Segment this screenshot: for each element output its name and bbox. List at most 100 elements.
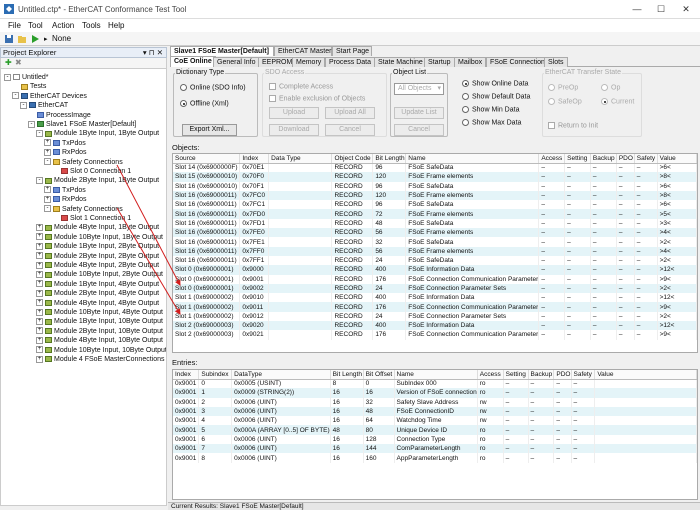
table-row[interactable]: 0x9001 7 0x0006 (UINT) 16 144 ComParameterLen… bbox=[173, 444, 697, 454]
table-row[interactable]: Slot 16 (0x69000011) 0x7FE0 RECORD 56 FSoE F… bbox=[173, 228, 697, 238]
collapse-icon[interactable]: - bbox=[44, 158, 51, 166]
show-min-radio[interactable]: Show Min Data bbox=[462, 106, 519, 113]
tab-eeprom[interactable]: EEPROM bbox=[258, 57, 297, 67]
table-row[interactable]: Slot 1 (0x69000002) 0x9010 RECORD 400 FSoE I… bbox=[173, 293, 697, 303]
expand-icon[interactable]: + bbox=[44, 139, 51, 147]
toolbar-selection[interactable]: None bbox=[52, 34, 71, 43]
safeop-radio[interactable]: SafeOp bbox=[548, 98, 582, 105]
tree-node[interactable]: - Safety Connections bbox=[44, 205, 123, 214]
upload-button[interactable]: Upload bbox=[269, 107, 319, 119]
table-row[interactable]: 0x9001 1 0x0009 (STRING(2)) 16 16 Version of … bbox=[173, 388, 697, 398]
column-header[interactable]: Setting bbox=[503, 370, 529, 380]
tree-node[interactable]: + Module 10Byte Input, 2Byte Output bbox=[36, 270, 163, 279]
table-row[interactable]: 0x9001 6 0x0006 (UINT) 16 128 Connection Type… bbox=[173, 434, 697, 445]
tree-node[interactable]: + Module 1Byte Input, 2Byte Output bbox=[36, 242, 159, 251]
tree-node[interactable]: + Module 4Byte Input, 10Byte Output bbox=[36, 336, 163, 345]
expand-icon[interactable]: + bbox=[36, 224, 43, 232]
collapse-icon[interactable]: - bbox=[20, 101, 27, 109]
table-row[interactable]: 0x9001 5 0x000A (ARRAY [0..5] OF BYTE) 48 80… bbox=[173, 425, 697, 435]
tree-node[interactable]: Slot 0 Connection 1 bbox=[52, 167, 131, 176]
table-row[interactable]: Slot 16 (0x69000010) 0x70F1 RECORD 96 FSoE S… bbox=[173, 181, 697, 191]
column-header[interactable]: Source bbox=[173, 154, 241, 164]
expand-icon[interactable]: + bbox=[36, 289, 43, 297]
sdo-cancel-button[interactable]: Cancel bbox=[325, 124, 375, 136]
collapse-icon[interactable]: - bbox=[12, 92, 19, 100]
column-header[interactable]: Backup bbox=[528, 370, 555, 380]
table-row[interactable]: Slot 1 (0x69000002) 0x9011 RECORD 176 FSoE C… bbox=[173, 302, 697, 312]
expand-icon[interactable]: + bbox=[36, 336, 43, 344]
expand-icon[interactable]: + bbox=[36, 233, 43, 241]
minimize-button[interactable]: — bbox=[626, 2, 648, 16]
tree-node[interactable]: + Module 10Byte Input, 4Byte Output bbox=[36, 308, 163, 317]
tab-general-info[interactable]: General Info bbox=[213, 57, 260, 67]
tree-node[interactable]: - Slave1 FSoE Master[Default] bbox=[28, 120, 136, 129]
column-header[interactable]: Backup bbox=[590, 154, 617, 164]
table-row[interactable]: Slot 15 (0x69000010) 0x70F0 RECORD 120 FSoE … bbox=[173, 172, 697, 182]
column-header[interactable]: Bit Offset bbox=[363, 370, 395, 380]
entries-grid[interactable]: Index Subindex DataType Bit Length Bit Offse… bbox=[172, 369, 698, 500]
table-row[interactable]: Slot 16 (0x69000011) 0x7FD1 RECORD 48 FSoE S… bbox=[173, 218, 697, 229]
offline-xml-radio[interactable]: Offline (Xml) bbox=[180, 100, 229, 107]
tree-node[interactable]: + Module 4 FSoE MasterConnections bbox=[36, 355, 165, 364]
tree-node[interactable]: + Module 10Byte Input, 10Byte Output bbox=[36, 346, 166, 355]
table-row[interactable]: 0x9001 3 0x0006 (UINT) 16 48 FSoE ConnectionI… bbox=[173, 406, 697, 417]
column-header[interactable]: Safety bbox=[571, 370, 596, 380]
expand-icon[interactable]: + bbox=[36, 346, 43, 354]
column-header[interactable]: Value bbox=[657, 154, 697, 164]
tree-node[interactable]: ProcessImage bbox=[28, 111, 91, 120]
complete-access-checkbox[interactable]: Complete Access bbox=[269, 83, 333, 90]
expand-icon[interactable]: + bbox=[36, 271, 43, 279]
column-header[interactable]: Access bbox=[477, 370, 504, 380]
table-row[interactable]: Slot 16 (0x69000011) 0x7FE1 RECORD 32 FSoE S… bbox=[173, 237, 697, 247]
table-row[interactable]: Slot 16 (0x69000011) 0x7FF1 RECORD 24 FSoE S… bbox=[173, 255, 697, 266]
tree-node[interactable]: + RxPdos bbox=[44, 148, 87, 157]
table-row[interactable]: Slot 16 (0x69000011) 0x7FC1 RECORD 96 FSoE S… bbox=[173, 200, 697, 210]
menu-tool[interactable]: Tool bbox=[28, 21, 43, 30]
expand-icon[interactable]: + bbox=[44, 195, 51, 203]
tab-state-machine[interactable]: State Machine bbox=[374, 57, 427, 67]
object-filter-select[interactable]: All Objects ▾ bbox=[394, 83, 444, 95]
expand-icon[interactable]: + bbox=[36, 318, 43, 326]
table-row[interactable]: 0x9001 4 0x0006 (UINT) 16 64 Watchdog Time rw –… bbox=[173, 416, 697, 426]
online-sdo-radio[interactable]: Online (SDO Info) bbox=[180, 84, 246, 91]
expand-icon[interactable]: + bbox=[36, 308, 43, 316]
table-row[interactable]: Slot 2 (0x69000003) 0x9021 RECORD 176 FSoE C… bbox=[173, 330, 697, 340]
op-radio[interactable]: Op bbox=[601, 84, 620, 91]
table-row[interactable]: Slot 0 (0x69000001) 0x9001 RECORD 176 FSoE C… bbox=[173, 274, 697, 284]
tree-node[interactable]: - Untitled* bbox=[4, 73, 48, 82]
column-header[interactable]: Access bbox=[538, 154, 566, 164]
tab-ethercat-master[interactable]: EtherCAT Master bbox=[274, 46, 332, 56]
menu-help[interactable]: Help bbox=[108, 21, 124, 30]
tab-slots[interactable]: Slots bbox=[544, 57, 568, 67]
objects-grid[interactable]: Source Index Data Type Object Code Bit Lengt… bbox=[172, 153, 698, 353]
table-row[interactable]: 0x9001 8 0x0006 (UINT) 16 160 AppParameterLen… bbox=[173, 453, 697, 463]
column-header[interactable]: Setting bbox=[564, 154, 591, 164]
tree-node[interactable]: + Module 1Byte Input, 4Byte Output bbox=[36, 280, 159, 289]
expand-icon[interactable]: + bbox=[44, 148, 51, 156]
tree-node[interactable]: + TxPdos bbox=[44, 186, 86, 195]
tab-startup[interactable]: Startup bbox=[424, 57, 455, 67]
table-row[interactable]: Slot 0 (0x69000001) 0x9000 RECORD 400 FSoE I… bbox=[173, 265, 697, 275]
table-row[interactable]: Slot 0 (0x69000001) 0x9002 RECORD 24 FSoE Co… bbox=[173, 283, 697, 294]
column-header[interactable]: DataType bbox=[231, 370, 331, 380]
tree-node[interactable]: Slot 1 Connection 1 bbox=[52, 214, 131, 223]
table-row[interactable]: Slot 16 (0x69000011) 0x7FD0 RECORD 72 FSoE F… bbox=[173, 209, 697, 219]
column-header[interactable]: Bit Length bbox=[372, 154, 407, 164]
tree-node[interactable]: + Module 10Byte Input, 1Byte Output bbox=[36, 233, 163, 242]
current-radio[interactable]: Current bbox=[601, 98, 634, 105]
column-header[interactable]: Name bbox=[394, 370, 478, 380]
expand-icon[interactable]: + bbox=[36, 242, 43, 250]
tab-mailbox[interactable]: Mailbox bbox=[454, 57, 487, 67]
table-row[interactable]: Slot 14 (0x6900000F) 0x70E1 RECORD 96 FSoE S… bbox=[173, 163, 697, 173]
preop-radio[interactable]: PreOp bbox=[548, 84, 578, 91]
expand-icon[interactable]: + bbox=[36, 261, 43, 269]
column-header[interactable]: Bit Length bbox=[330, 370, 364, 380]
tree-node[interactable]: + Module 2Byte Input, 2Byte Output bbox=[36, 252, 159, 261]
tree-node[interactable]: + Module 4Byte Input, 4Byte Output bbox=[36, 299, 159, 308]
expand-icon[interactable]: + bbox=[36, 280, 43, 288]
enable-exclusion-checkbox[interactable]: Enable exclusion of Objects bbox=[269, 95, 365, 102]
tab-fsoe-connection[interactable]: FSoE Connection bbox=[486, 57, 549, 67]
tree-node[interactable]: + Module 4Byte Input, 2Byte Output bbox=[36, 261, 159, 270]
remove-icon[interactable]: ✖ bbox=[15, 58, 22, 67]
tree-node[interactable]: + TxPdos bbox=[44, 139, 86, 148]
